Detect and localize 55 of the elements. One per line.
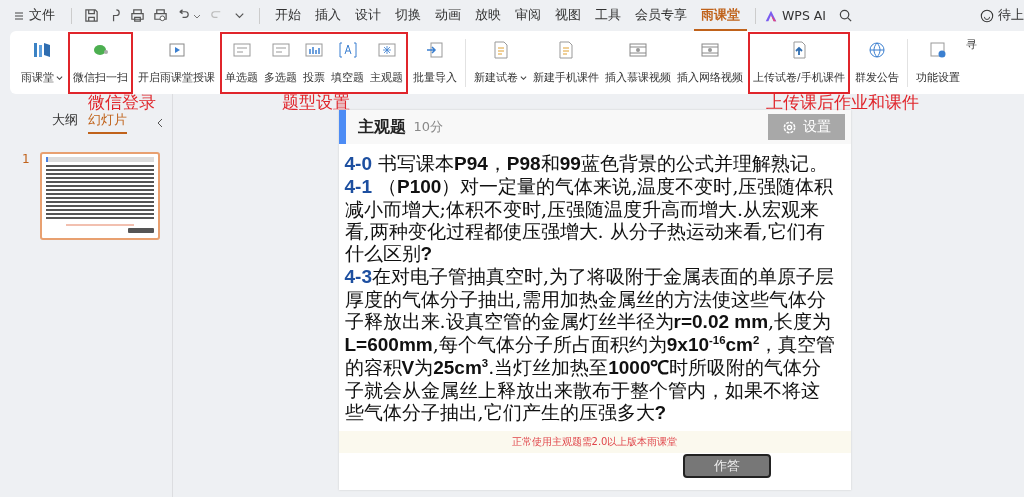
- ribbon-button[interactable]: 新建手机课件: [531, 33, 601, 92]
- panel-tab[interactable]: 幻灯片: [88, 112, 127, 134]
- ribbon-button[interactable]: 雨课堂: [19, 33, 65, 92]
- menu-tab[interactable]: 插入: [308, 0, 348, 31]
- ribbon-button[interactable]: 插入网络视频: [675, 33, 745, 92]
- annotation-label: 题型设置: [282, 91, 350, 114]
- menu-tab[interactable]: 切换: [388, 0, 428, 31]
- ribbon-button[interactable]: 多选题: [262, 33, 299, 92]
- file-menu[interactable]: 文件: [29, 7, 55, 24]
- menu-tab[interactable]: 会员专享: [628, 0, 694, 31]
- annotation-label: 上传课后作业和课件: [766, 91, 919, 114]
- search-icon[interactable]: [838, 8, 854, 23]
- menu-tab[interactable]: 开始: [268, 0, 308, 31]
- ribbon-button[interactable]: 开启雨课堂授课: [136, 33, 217, 92]
- version-notice: 正常使用主观题需2.0以上版本雨课堂: [338, 431, 851, 453]
- ribbon-button[interactable]: 群发公告: [852, 33, 901, 92]
- slide-thumbnail[interactable]: [39, 152, 160, 240]
- ribbon-button[interactable]: 主观题: [368, 33, 405, 92]
- menu-tab[interactable]: 动画: [428, 0, 468, 31]
- ribbon-button[interactable]: 单选题: [223, 33, 260, 92]
- sync-button[interactable]: 待上: [980, 7, 1024, 24]
- accent-bar: [338, 110, 346, 144]
- score-label: 10分: [413, 118, 444, 136]
- ribbon-button[interactable]: 填空题: [329, 33, 366, 92]
- annotation-label: 微信登录: [88, 91, 156, 113]
- import-icon: [425, 39, 445, 60]
- save-icon[interactable]: [84, 8, 99, 23]
- caret-icon: [520, 74, 527, 81]
- menu-tab[interactable]: 放映: [468, 0, 508, 31]
- ribbon-button[interactable]: 微信扫一扫: [71, 33, 130, 92]
- ribbon-button[interactable]: 功能设置: [913, 33, 962, 92]
- doc-icon: [556, 39, 576, 60]
- ribbon-button[interactable]: 批量导入: [411, 33, 459, 92]
- question-text: 4-0 书写课本P94，P98和99蓝色背景的公式并理解熟记。 4-1 （P100）对一定量的气体来说,温度不变时,压强随体积减小而增大;体积不变时,压强随温度升高而增大.从宏观来看,两种变化过程都使压强增大. 从分子热运动来看,它们有什么区别? 4-3在对电子管抽真空时,为了将吸附于金属表面的单原子层厚度的气体分子抽出,需用加热金属丝的方法使这些气体分子释放出来.设真空管的金属灯丝半径为r=0.02 mm,长度为L=600mm,每个气体分子所占面积约为9x10$^{-16}$cm$^{2}$，真空管的容积V为25cm$^{3}$.当灯丝加热至1000℃时所吸附的气体分子就会从金属丝上释放出来散布于整个管内，如果不将这些气体分子抽出,它们产生的压强多大?: [343, 151, 837, 425]
- wps-ai-button[interactable]: WPS AI: [764, 8, 827, 23]
- caret-icon: [56, 74, 63, 81]
- letter-icon: [337, 39, 358, 60]
- ribbon-button[interactable]: 投票: [301, 33, 327, 92]
- answer-button[interactable]: 作答: [682, 454, 771, 478]
- slide-number: 1: [22, 152, 30, 166]
- collapse-icon[interactable]: [155, 118, 165, 128]
- menu-tab[interactable]: 设计: [348, 0, 388, 31]
- ribbon-button[interactable]: 上传试卷/手机课件: [751, 33, 847, 92]
- question-type-title: 主观题: [357, 116, 406, 138]
- ribbon-button[interactable]: 寻: [963, 33, 979, 92]
- print-icon[interactable]: [130, 8, 145, 23]
- menu-tab[interactable]: 工具: [588, 0, 628, 31]
- panel-tab[interactable]: 大纲: [52, 112, 78, 134]
- menu-tab[interactable]: 视图: [548, 0, 588, 31]
- print-preview-icon[interactable]: [153, 8, 168, 23]
- menu-tab[interactable]: 审阅: [508, 0, 548, 31]
- ribbon-button[interactable]: 新建试卷: [472, 33, 529, 92]
- globe-icon: [866, 39, 887, 60]
- ribbon-button[interactable]: 插入慕课视频: [603, 33, 673, 92]
- settings-icon: [781, 119, 797, 135]
